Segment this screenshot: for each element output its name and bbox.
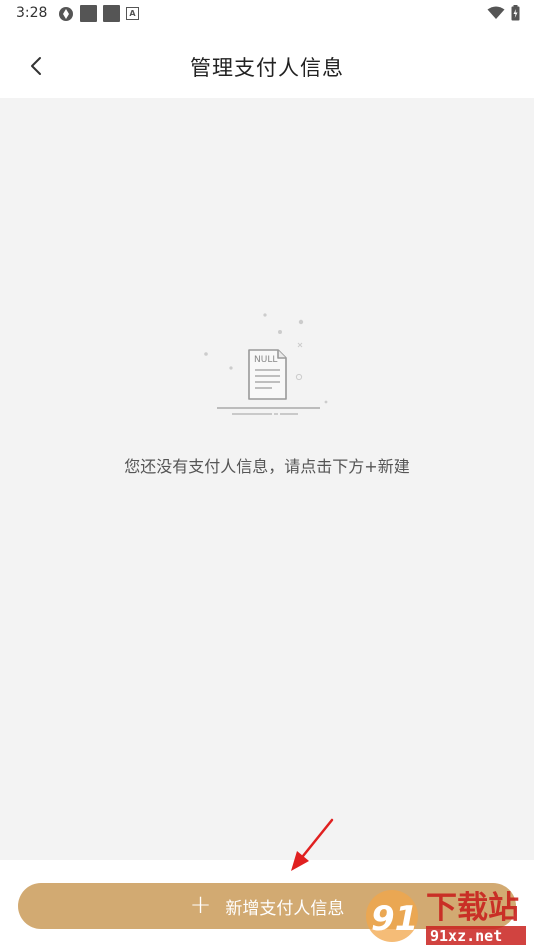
empty-content-area: NULL 您还没有支付人信息，请点击下方+新建 <box>0 98 534 860</box>
status-bar: 3:28 A <box>0 0 534 28</box>
watermark-text-large: 下载站 <box>426 890 519 926</box>
page-title: 管理支付人信息 <box>190 56 344 80</box>
watermark-logo-number: 91 <box>371 899 418 939</box>
battery-icon <box>511 5 520 21</box>
status-time: 3:28 <box>16 5 48 21</box>
annotation-arrow-icon <box>291 818 334 871</box>
nav-bar: 管理支付人信息 <box>0 28 534 98</box>
empty-state-message: 您还没有支付人信息，请点击下方+新建 <box>124 457 410 476</box>
font-icon: A <box>126 7 139 20</box>
doc-null-label: NULL <box>254 355 277 365</box>
status-icons-right <box>487 5 520 21</box>
status-icons-left: A <box>58 5 139 22</box>
plus-icon: + <box>189 889 212 920</box>
watermark-text-small: 91xz.net <box>430 927 502 945</box>
empty-document-icon: NULL <box>204 313 328 415</box>
notification-icon <box>103 5 120 22</box>
wifi-icon <box>487 6 505 19</box>
notification-icon <box>80 5 97 22</box>
sync-icon <box>59 6 73 21</box>
add-payer-label: 新增支付人信息 <box>225 898 345 919</box>
watermark-logo: 91 下载站 91xz.net <box>366 890 526 945</box>
